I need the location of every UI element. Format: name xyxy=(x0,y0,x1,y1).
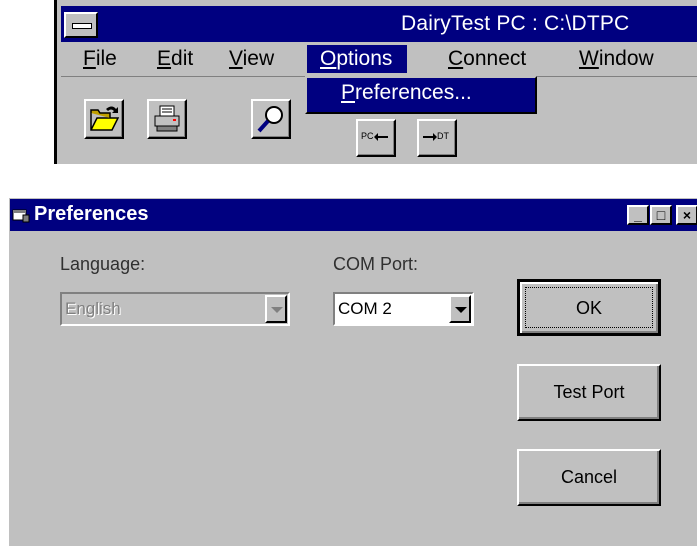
dialog-app-icon xyxy=(12,209,30,223)
test-port-button[interactable]: Test Port xyxy=(517,364,661,421)
preferences-dialog: Preferences _ □ × Language: English COM … xyxy=(7,196,697,546)
menu-options[interactable]: Options xyxy=(307,45,408,73)
language-value: English xyxy=(65,299,121,318)
cancel-button[interactable]: Cancel xyxy=(517,449,661,506)
pc-transfer-icon: PC xyxy=(361,131,388,141)
search-button[interactable] xyxy=(251,99,291,139)
printer-icon xyxy=(154,105,180,132)
pc-transfer-button[interactable]: PC xyxy=(356,119,396,157)
window-border xyxy=(54,0,57,164)
menu-connect[interactable]: Connect xyxy=(446,45,528,73)
magnifier-icon xyxy=(257,106,283,133)
minimize-button[interactable]: _ xyxy=(627,205,649,225)
language-select: English xyxy=(60,292,290,326)
print-button[interactable] xyxy=(147,99,187,139)
menu-file[interactable]: File xyxy=(81,45,119,73)
menu-item-preferences[interactable]: Preferences... xyxy=(341,81,472,105)
com-port-value: COM 2 xyxy=(338,299,392,318)
com-port-label: COM Port: xyxy=(333,254,419,274)
app-title: DairyTest PC : C:\DTPC xyxy=(401,12,630,35)
open-folder-icon xyxy=(90,106,120,131)
pc-transfer-text: PC xyxy=(361,131,374,141)
dialog-title: Preferences xyxy=(34,203,149,225)
chevron-down-icon[interactable] xyxy=(449,295,471,323)
ok-button[interactable]: OK xyxy=(517,279,661,336)
dt-transfer-button[interactable]: DT xyxy=(417,119,457,157)
menu-window[interactable]: Window xyxy=(577,45,656,73)
menu-bar: File Edit View Options Connect Window xyxy=(61,42,697,77)
dt-transfer-icon: DT xyxy=(423,131,449,141)
open-folder-button[interactable] xyxy=(84,99,124,139)
close-button[interactable]: × xyxy=(676,205,697,225)
app-title-bar: DairyTest PC : C:\DTPC xyxy=(61,6,697,42)
com-port-select[interactable]: COM 2 xyxy=(333,292,474,326)
focus-rectangle xyxy=(525,287,653,328)
chevron-down-icon xyxy=(265,295,287,323)
dt-transfer-text: DT xyxy=(437,131,449,141)
language-label: Language: xyxy=(60,254,146,274)
menu-view[interactable]: View xyxy=(227,45,276,73)
dialog-title-bar: Preferences _ □ × xyxy=(10,199,697,231)
app-window: DairyTest PC : C:\DTPC File Edit View Op… xyxy=(54,0,697,164)
options-dropdown-menu: Preferences... xyxy=(305,76,537,114)
menu-edit[interactable]: Edit xyxy=(155,45,195,73)
maximize-button[interactable]: □ xyxy=(650,205,672,225)
system-menu-button[interactable] xyxy=(64,12,98,38)
